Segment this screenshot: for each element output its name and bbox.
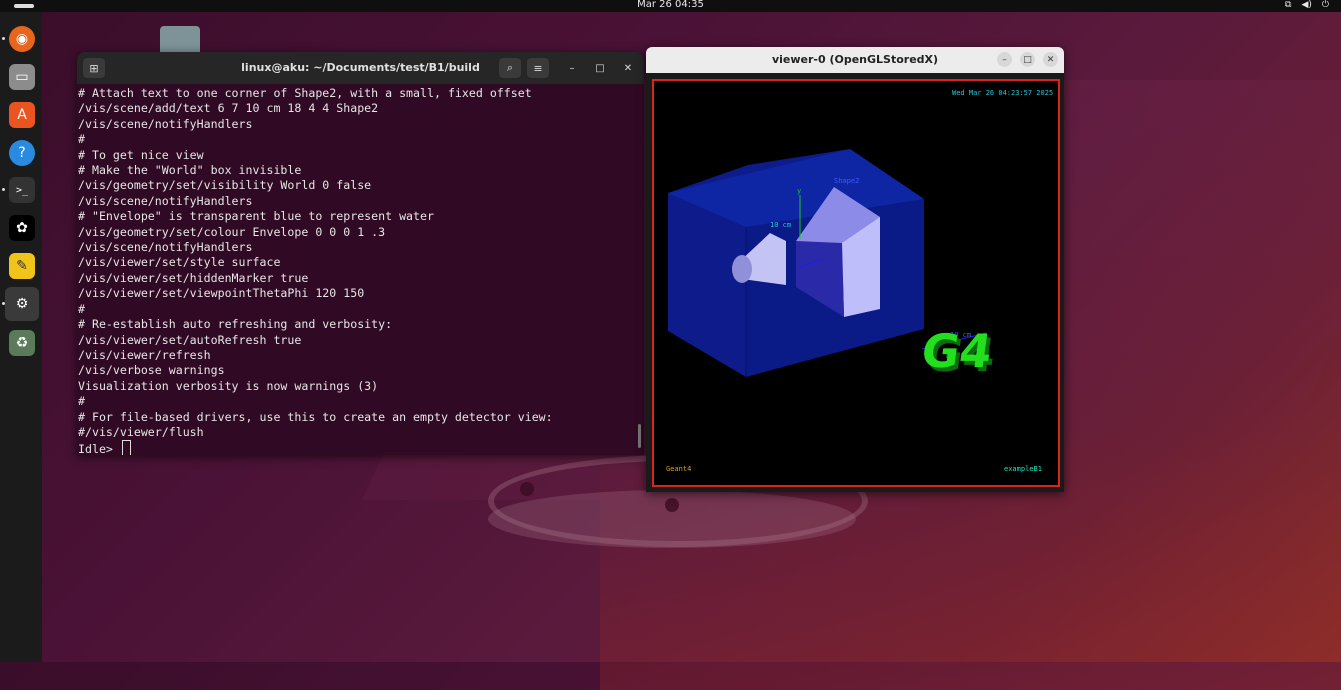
- terminal-lines: # Attach text to one corner of Shape2, w…: [78, 86, 636, 440]
- top-bar: Mar 26 04:35 ⧉ ◀) ⏻: [0, 0, 1341, 12]
- help-icon[interactable]: ?: [9, 140, 35, 166]
- terminal-line: /vis/geometry/set/visibility World 0 fal…: [78, 178, 372, 193]
- scale-label: 10 cm: [770, 221, 791, 229]
- terminal-prompt: Idle>: [78, 442, 113, 455]
- terminal-line: /vis/verbose warnings: [78, 363, 225, 378]
- viewer-titlebar[interactable]: viewer-0 (OpenGLStoredX) – □ ✕: [646, 47, 1064, 73]
- date-label: Wed Mar 26 04:23:57 2025: [952, 89, 1053, 97]
- firefox-icon[interactable]: ◉: [9, 26, 35, 52]
- terminal-line: # For file-based drivers, use this to cr…: [78, 409, 553, 424]
- shape1-cap: [732, 255, 752, 283]
- wallpaper-dot: [520, 482, 534, 496]
- terminal-line: /vis/scene/add/text 6 7 10 cm 18 4 4 Sha…: [78, 101, 379, 116]
- terminal-line: /vis/viewer/refresh: [78, 347, 211, 362]
- terminal-line: # To get nice view: [78, 147, 204, 162]
- scrollbar[interactable]: [638, 424, 641, 448]
- app-center-icon[interactable]: A: [9, 102, 35, 128]
- close-button[interactable]: ✕: [1043, 52, 1058, 67]
- terminal-cursor: [121, 440, 131, 455]
- power-icon[interactable]: ⏻: [1322, 0, 1329, 10]
- terminal-line: /vis/viewer/set/hiddenMarker true: [78, 270, 309, 285]
- footer-left-label: Geant4: [666, 465, 691, 473]
- terminal-line: /vis/scene/notifyHandlers: [78, 193, 253, 208]
- terminal-line: # Make the "World" box invisible: [78, 163, 302, 178]
- terminal-line: # Re-establish auto refreshing and verbo…: [78, 317, 393, 332]
- terminal-icon[interactable]: >_: [9, 177, 35, 203]
- network-icon[interactable]: ⧉: [1285, 0, 1291, 10]
- terminal-output[interactable]: # Attach text to one corner of Shape2, w…: [77, 86, 636, 455]
- terminal-line: #: [78, 394, 85, 409]
- terminal-line: # Attach text to one corner of Shape2, w…: [78, 86, 532, 100]
- opengl-canvas[interactable]: y 10 cm Shape2 10 cm Wed Mar 26 04:23:57…: [652, 79, 1060, 487]
- shape2-label: Shape2: [834, 177, 859, 185]
- minimize-button[interactable]: –: [565, 61, 579, 75]
- maximize-button[interactable]: □: [593, 61, 607, 75]
- scene-render: y 10 cm Shape2 10 cm Wed Mar 26 04:23:57…: [666, 89, 1053, 473]
- clock[interactable]: Mar 26 04:35: [0, 0, 1341, 10]
- system-tray[interactable]: ⧉ ◀) ⏻: [1285, 0, 1329, 10]
- trash-icon[interactable]: ♻: [9, 330, 35, 356]
- wallpaper-dot: [665, 498, 679, 512]
- menu-button[interactable]: ≡: [527, 58, 549, 78]
- dock: ◉ ▭ A ? >_ ✿ ✎ ⚙ ♻: [0, 12, 42, 662]
- search-button[interactable]: ⌕: [499, 58, 521, 78]
- footer-right-label: exampleB1: [1004, 465, 1042, 473]
- terminal-title: linux@aku: ~/Documents/test/B1/build: [241, 61, 480, 74]
- running-indicator: [2, 302, 5, 305]
- files-icon[interactable]: ▭: [9, 64, 35, 90]
- volume-icon[interactable]: ◀): [1301, 0, 1311, 10]
- running-indicator: [2, 37, 5, 40]
- terminal-line: /vis/scene/notifyHandlers: [78, 240, 253, 255]
- terminal-line: Visualization verbosity is now warnings …: [78, 378, 379, 393]
- viewer-window[interactable]: viewer-0 (OpenGLStoredX) – □ ✕ y 10 cm S…: [646, 47, 1064, 492]
- g4-logo: G4: [918, 324, 995, 378]
- axis-y-label: y: [797, 187, 801, 195]
- terminal-line: /vis/viewer/set/autoRefresh true: [78, 332, 302, 347]
- minimize-button[interactable]: –: [997, 52, 1012, 67]
- settings-icon[interactable]: ⚙: [5, 287, 39, 321]
- terminal-line: #: [78, 301, 85, 316]
- chatgpt-icon[interactable]: ✿: [9, 215, 35, 241]
- running-indicator: [2, 188, 5, 191]
- close-button[interactable]: ✕: [621, 61, 635, 75]
- terminal-line: /vis/viewer/set/style surface: [78, 255, 281, 270]
- terminal-titlebar[interactable]: ⊞ linux@aku: ~/Documents/test/B1/build ⌕…: [77, 52, 644, 84]
- text-editor-icon[interactable]: ✎: [9, 253, 35, 279]
- terminal-line: # "Envelope" is transparent blue to repr…: [78, 209, 434, 224]
- terminal-line: #/vis/viewer/flush: [78, 424, 204, 439]
- terminal-line: /vis/geometry/set/colour Envelope 0 0 0 …: [78, 224, 386, 239]
- terminal-window[interactable]: ⊞ linux@aku: ~/Documents/test/B1/build ⌕…: [77, 52, 644, 455]
- terminal-line: /vis/scene/notifyHandlers: [78, 116, 253, 131]
- terminal-line: #: [78, 132, 85, 147]
- terminal-line: /vis/viewer/set/viewpointThetaPhi 120 15…: [78, 286, 365, 301]
- maximize-button[interactable]: □: [1020, 52, 1035, 67]
